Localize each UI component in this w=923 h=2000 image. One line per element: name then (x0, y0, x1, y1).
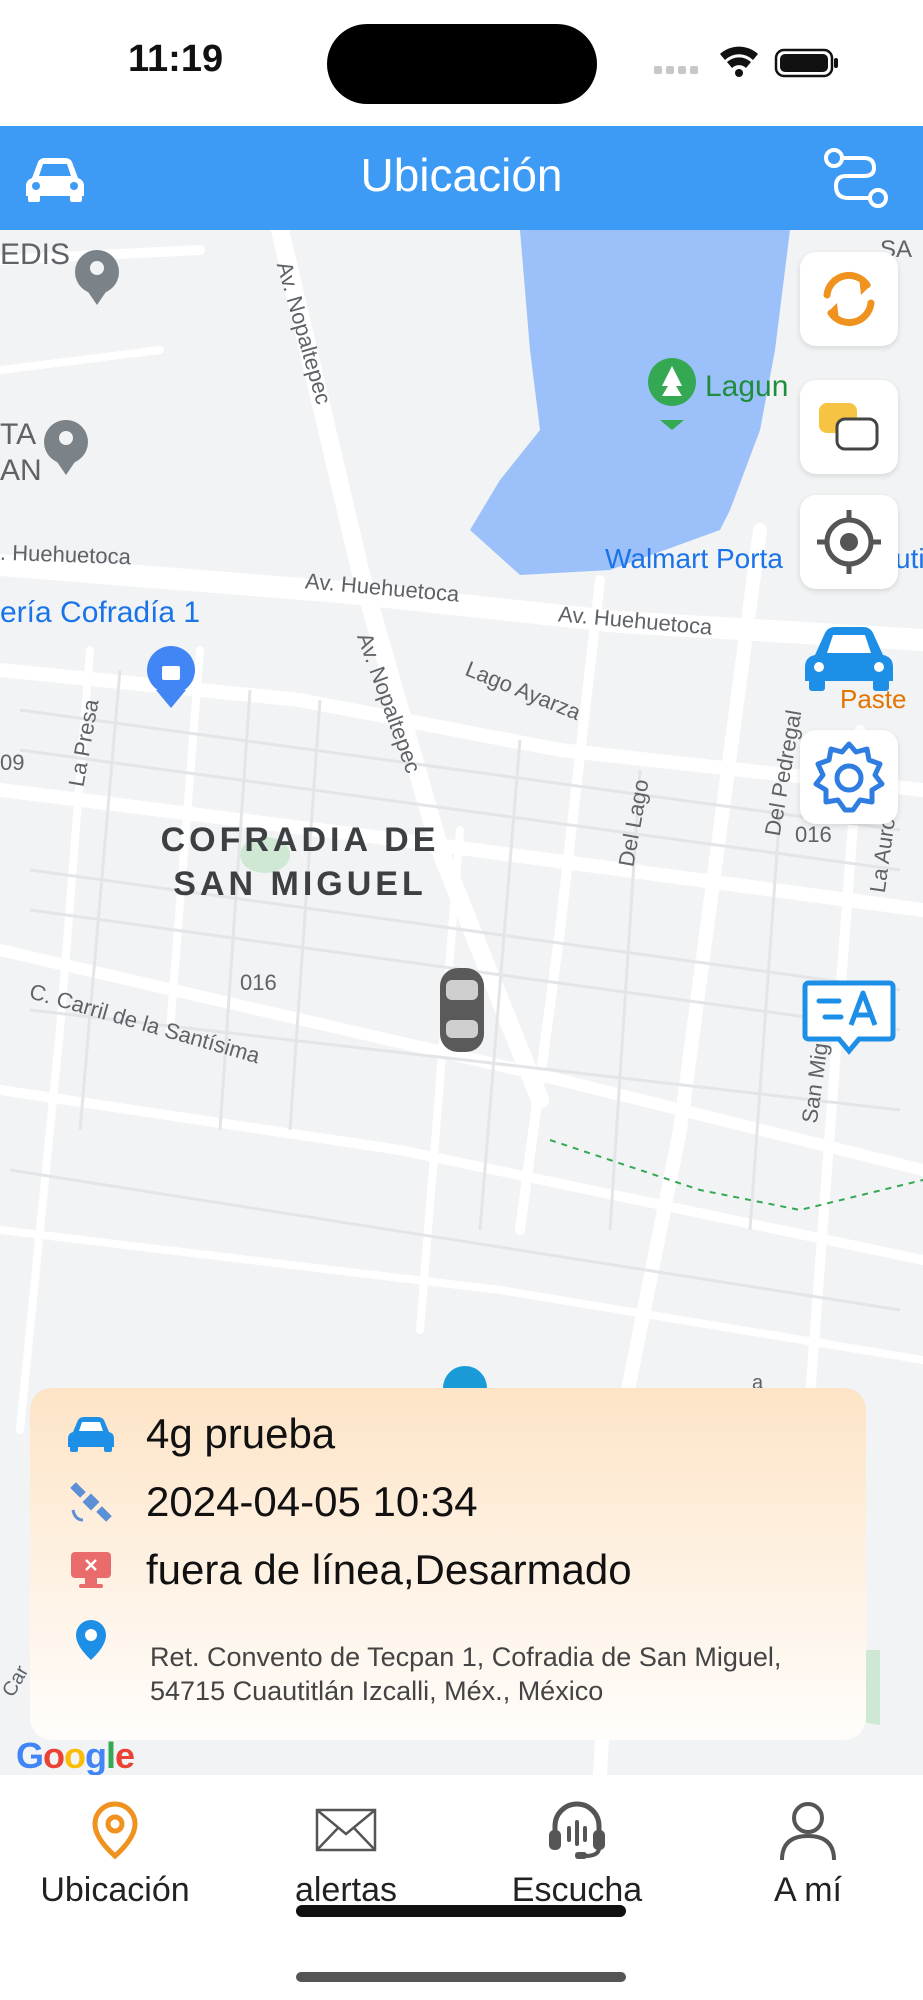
app-header: Ubicación (0, 126, 923, 230)
map-vehicle-marker (440, 968, 484, 1052)
datetime-row: 2024-04-05 10:34 (66, 1478, 478, 1526)
nav-label: Ubicación (40, 1871, 190, 1909)
area-label-line: COFRADIA DE (160, 821, 440, 859)
google-logo: Google (16, 1735, 135, 1776)
home-indicator (296, 1905, 626, 1917)
nav-item-alertas[interactable]: alertas (231, 1795, 461, 1910)
map-label: AN (0, 454, 42, 487)
area-label: COFRADIA DE SAN MIGUEL (150, 818, 450, 906)
last-update-datetime: 2024-04-05 10:34 (146, 1478, 478, 1525)
map-label: 016 (240, 970, 277, 995)
home-indicator (296, 1972, 626, 1982)
vehicle-button[interactable] (800, 610, 898, 704)
status-row: fuera de línea,Desarmado (66, 1546, 632, 1594)
refresh-button[interactable] (800, 252, 898, 346)
vehicle-info-card[interactable]: 4g prueba 2024-04-05 10:34 fuera de líne… (30, 1388, 866, 1740)
map-layers-icon (819, 403, 879, 451)
settings-gear-icon (813, 741, 885, 813)
nav-label: A mí (773, 1871, 843, 1909)
status-icons (654, 46, 838, 78)
device-offline-icon (71, 1552, 111, 1588)
user-icon (780, 1802, 836, 1861)
status-text: fuera de línea,Desarmado (146, 1546, 632, 1593)
dynamic-island (327, 24, 597, 104)
headset-icon (549, 1801, 605, 1859)
map-label: 016 (795, 822, 832, 847)
location-pin-icon (76, 1620, 106, 1660)
nav-item-ubicacion[interactable]: Ubicación (0, 1795, 230, 1910)
refresh-icon (823, 272, 875, 326)
vehicle-name: 4g prueba (146, 1410, 336, 1457)
cellular-signal-icon (654, 66, 698, 74)
route-icon[interactable] (820, 146, 892, 212)
map-label: EDIS (0, 238, 71, 271)
location-pin-icon (92, 1801, 138, 1860)
settings-button[interactable] (800, 730, 898, 824)
locate-target-icon (817, 510, 881, 574)
status-time: 11:19 (128, 38, 224, 80)
envelope-icon (315, 1808, 377, 1852)
map-layers-button[interactable] (800, 380, 898, 474)
status-bar: 11:19 (0, 0, 923, 126)
vehicle-address: Ret. Convento de Tecpan 1, Cofradia de S… (150, 1642, 782, 1706)
translate-button[interactable] (800, 972, 898, 1066)
wifi-icon (720, 46, 758, 77)
map-label: . Huehuetoca (0, 539, 132, 570)
nav-item-escucha[interactable]: Escucha (462, 1795, 692, 1910)
page-title: Ubicación (360, 149, 563, 201)
map-label: Lagun (705, 370, 789, 403)
battery-icon (774, 48, 838, 78)
vehicle-icon (805, 627, 893, 691)
nav-item-a-mi[interactable]: A mí (693, 1795, 923, 1910)
translate-chat-icon (802, 980, 896, 1055)
vehicle-name-row: 4g prueba (66, 1410, 335, 1458)
map-label: TA (0, 418, 37, 451)
map-label: ería Cofradía 1 (0, 596, 201, 629)
map-label: 09 (0, 750, 25, 775)
car-icon (68, 1417, 114, 1452)
area-label-line: SAN MIGUEL (173, 865, 427, 903)
address-row (66, 1618, 116, 1662)
satellite-icon (70, 1482, 112, 1522)
locate-button[interactable] (800, 495, 898, 589)
map-label: Walmart Porta (605, 543, 783, 574)
map-label: uti (895, 543, 923, 574)
bottom-nav: Ubicación alertas Escucha A mí (0, 1775, 923, 2000)
